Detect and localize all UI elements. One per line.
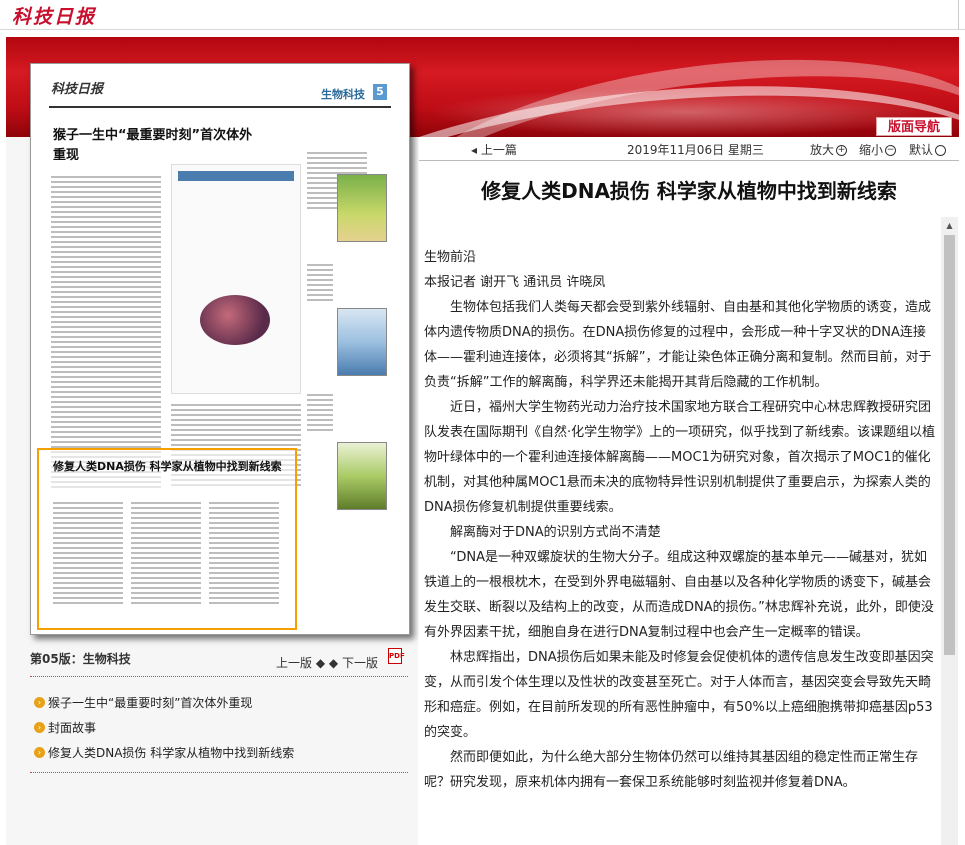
list-item[interactable]: › 猴子一生中“最重要时刻”首次体外重现 (34, 690, 404, 715)
thumbnail-text-block (307, 394, 333, 434)
edition-label: 第05版：生物科技 (30, 652, 131, 666)
list-item-label[interactable]: 修复人类DNA损伤 科学家从植物中找到新线索 (48, 744, 294, 761)
zoom-in-button[interactable]: 放大 + (810, 141, 848, 158)
site-logo[interactable]: 科技日报 (12, 2, 96, 29)
layout-nav-button[interactable]: 版面导航 (876, 117, 952, 136)
list-item-label[interactable]: 猴子一生中“最重要时刻”首次体外重现 (48, 694, 252, 711)
pdf-icon[interactable]: PDF (388, 648, 405, 664)
article-paragraph: 近日，福州大学生物药光动力治疗技术国家地方联合工程研究中心林忠辉教授研究团队发表… (424, 400, 936, 515)
article-byline: 本报记者 谢开飞 通讯员 许晓凤 (424, 275, 606, 290)
next-page-link[interactable]: 下一版 (342, 656, 378, 670)
page-thumbnail[interactable]: 科技日报 生物科技 5 猴子一生中“最重要时刻”首次体外重现 修复人类DNA损伤… (30, 63, 410, 635)
journal-cover-image (337, 308, 387, 376)
page-pager: 上一版 ◆ ◆ 下一版 (276, 654, 378, 671)
minus-icon: − (885, 145, 897, 156)
thumbnail-text-block (307, 264, 333, 304)
article-paragraph: 然而即便如此，为什么绝大部分生物体仍然可以维持其基因组的稳定性而正常生存呢？研究… (424, 750, 919, 790)
bullet-icon: › (34, 722, 45, 733)
article-panel: ◂ 上一篇 2019年11月06日 星期三 放大 + 缩小 − 默认 修复人类DNA… (419, 137, 959, 845)
journal-cover-image (337, 442, 387, 510)
article-paragraph: 林忠辉指出，DNA损伤后如果未能及时修复会促使机体的遗传信息发生改变即基因突变，… (424, 650, 934, 740)
thumbnail-headline-highlight: 修复人类DNA损伤 科学家从植物中找到新线索 (53, 460, 282, 473)
thumbnail-figure (171, 164, 301, 394)
article-paragraph: 生物体包括我们人类每天都会受到紫外线辐射、自由基和其他化学物质的诱变，造成体内遗… (424, 300, 932, 390)
zoom-out-button[interactable]: 缩小 − (859, 141, 897, 158)
thumbnail-page-number: 5 (373, 84, 387, 100)
thumbnail-text-block (53, 502, 123, 607)
bullet-icon: › (34, 697, 45, 708)
arrow-left-icon: ◆ (315, 656, 326, 670)
prev-page-link[interactable]: 上一版 (276, 656, 312, 670)
thumbnail-text-block (209, 502, 279, 607)
plus-icon: + (836, 145, 848, 156)
zoom-in-label: 放大 (810, 143, 835, 157)
list-item-label[interactable]: 封面故事 (48, 719, 96, 736)
bullet-icon: › (34, 747, 45, 758)
article-paragraph: “DNA是一种双螺旋状的生物大分子。组成这种双螺旋的基本单元——碱基对，犹如铁道… (424, 550, 934, 640)
thumbnail-headline-top[interactable]: 猴子一生中“最重要时刻”首次体外重现 (53, 126, 253, 166)
zoom-out-label: 缩小 (859, 143, 884, 157)
zoom-reset-label: 默认 (909, 143, 934, 157)
frame-edge (958, 0, 965, 30)
thumbnail-rule (49, 106, 391, 108)
article-toolbar: ◂ 上一篇 2019年11月06日 星期三 放大 + 缩小 − 默认 (419, 137, 959, 161)
scrollbar-thumb[interactable] (944, 235, 955, 655)
article-body: 生物前沿 本报记者 谢开飞 通讯员 许晓凤 生物体包括我们人类每天都会受到紫外线… (424, 245, 936, 795)
journal-cover-image (337, 174, 387, 242)
divider (30, 772, 408, 773)
article-title: 修复人类DNA损伤 科学家从植物中找到新线索 (481, 179, 897, 203)
thumbnail-text-block (51, 176, 161, 491)
article-category: 生物前沿 (424, 250, 477, 265)
arrow-right-icon: ◆ (328, 656, 339, 670)
circle-icon (935, 145, 947, 156)
zoom-reset-button[interactable]: 默认 (909, 141, 947, 158)
prev-article-link[interactable]: ◂ 上一篇 (471, 141, 517, 158)
thumbnail-section-label: 生物科技 (321, 88, 365, 101)
thumbnail-masthead: 科技日报 (51, 82, 104, 97)
prev-article-label: 上一篇 (480, 143, 517, 157)
list-item[interactable]: › 修复人类DNA损伤 科学家从植物中找到新线索 (34, 740, 404, 765)
triangle-left-icon: ◂ (471, 143, 478, 157)
article-list: › 猴子一生中“最重要时刻”首次体外重现 › 封面故事 › 修复人类DNA损伤 … (34, 690, 404, 765)
scrollbar[interactable]: ▲ (941, 217, 958, 845)
thumbnail-text-block (131, 502, 201, 607)
scroll-up-icon[interactable]: ▲ (941, 217, 958, 234)
thumbnail-highlight-area[interactable]: 修复人类DNA损伤 科学家从植物中找到新线索 (37, 448, 297, 630)
divider (30, 676, 408, 677)
article-subheading: 解离酶对于DNA的识别方式尚不清楚 (450, 525, 661, 540)
top-bar: 科技日报 (0, 0, 965, 30)
list-item[interactable]: › 封面故事 (34, 715, 404, 740)
issue-date: 2019年11月06日 星期三 (627, 143, 764, 157)
